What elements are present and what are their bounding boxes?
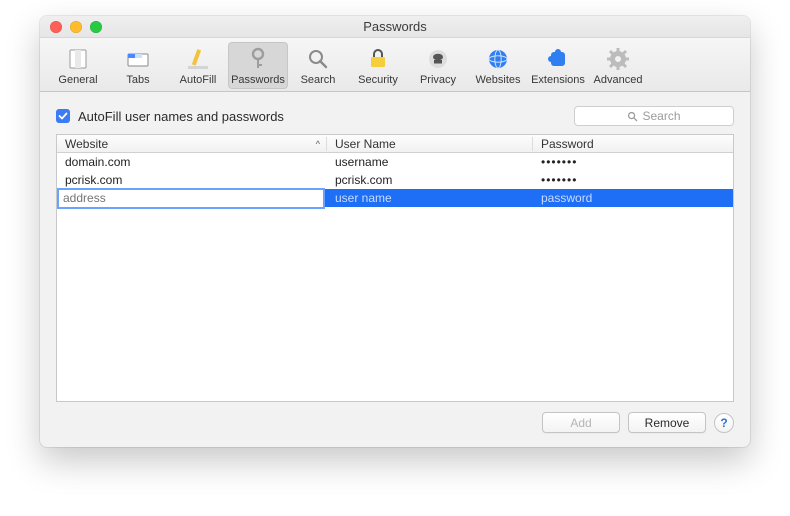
help-button[interactable]: ? — [714, 413, 734, 433]
content-area: AutoFill user names and passwords Search… — [40, 92, 750, 447]
tab-passwords[interactable]: Passwords — [228, 42, 288, 89]
table-row-editing[interactable]: user name password — [57, 189, 733, 207]
cell-password-placeholder: password — [533, 191, 733, 205]
tab-label: Security — [348, 74, 408, 86]
tab-label: Passwords — [228, 74, 288, 86]
tabs-icon — [108, 46, 168, 72]
tab-label: Tabs — [108, 74, 168, 86]
titlebar: Passwords — [40, 16, 750, 38]
search-icon — [627, 111, 638, 122]
cell-website-editing — [57, 190, 327, 207]
footer-row: Add Remove ? — [56, 412, 734, 433]
table-header: Website ^ User Name Password — [57, 135, 733, 153]
website-input[interactable] — [59, 190, 323, 207]
preferences-toolbar: General Tabs AutoFill Passwords Search — [40, 38, 750, 92]
passwords-table: Website ^ User Name Password domain.com … — [56, 134, 734, 402]
tab-general[interactable]: General — [48, 42, 108, 89]
column-header-username[interactable]: User Name — [327, 137, 533, 151]
table-body: domain.com username ••••••• pcrisk.com p… — [57, 153, 733, 401]
websites-icon — [468, 46, 528, 72]
privacy-icon — [408, 46, 468, 72]
column-header-password[interactable]: Password — [533, 137, 733, 151]
autofill-checkbox[interactable] — [56, 109, 70, 123]
cell-username-placeholder: user name — [327, 191, 533, 205]
cell-website: pcrisk.com — [57, 173, 327, 187]
tab-label: Extensions — [528, 74, 588, 86]
add-button[interactable]: Add — [542, 412, 620, 433]
tab-label: Privacy — [408, 74, 468, 86]
tab-autofill[interactable]: AutoFill — [168, 42, 228, 89]
tab-label: AutoFill — [168, 74, 228, 86]
autofill-row: AutoFill user names and passwords Search — [56, 106, 734, 126]
cell-password: ••••••• — [533, 155, 733, 169]
extensions-icon — [528, 46, 588, 72]
remove-button[interactable]: Remove — [628, 412, 706, 433]
search-placeholder: Search — [642, 109, 680, 123]
search-icon — [288, 46, 348, 72]
window-title: Passwords — [40, 19, 750, 34]
tab-websites[interactable]: Websites — [468, 42, 528, 89]
column-header-website[interactable]: Website ^ — [57, 137, 327, 151]
autofill-icon — [168, 46, 228, 72]
tab-label: General — [48, 74, 108, 86]
table-row[interactable]: pcrisk.com pcrisk.com ••••••• — [57, 171, 733, 189]
tab-privacy[interactable]: Privacy — [408, 42, 468, 89]
general-icon — [48, 46, 108, 72]
advanced-icon — [588, 46, 648, 72]
cell-website: domain.com — [57, 155, 327, 169]
tab-extensions[interactable]: Extensions — [528, 42, 588, 89]
cell-password: ••••••• — [533, 173, 733, 187]
tab-label: Websites — [468, 74, 528, 86]
search-input[interactable]: Search — [574, 106, 734, 126]
tab-advanced[interactable]: Advanced — [588, 42, 648, 89]
security-icon — [348, 46, 408, 72]
preferences-window: Passwords General Tabs AutoFill Pas — [40, 16, 750, 447]
autofill-label: AutoFill user names and passwords — [78, 109, 284, 124]
tab-label: Search — [288, 74, 348, 86]
sort-ascending-icon: ^ — [316, 139, 320, 149]
table-row[interactable]: domain.com username ••••••• — [57, 153, 733, 171]
cell-username: username — [327, 155, 533, 169]
tab-tabs[interactable]: Tabs — [108, 42, 168, 89]
cell-username: pcrisk.com — [327, 173, 533, 187]
passwords-icon — [228, 46, 288, 72]
tab-security[interactable]: Security — [348, 42, 408, 89]
tab-search[interactable]: Search — [288, 42, 348, 89]
tab-label: Advanced — [588, 74, 648, 86]
